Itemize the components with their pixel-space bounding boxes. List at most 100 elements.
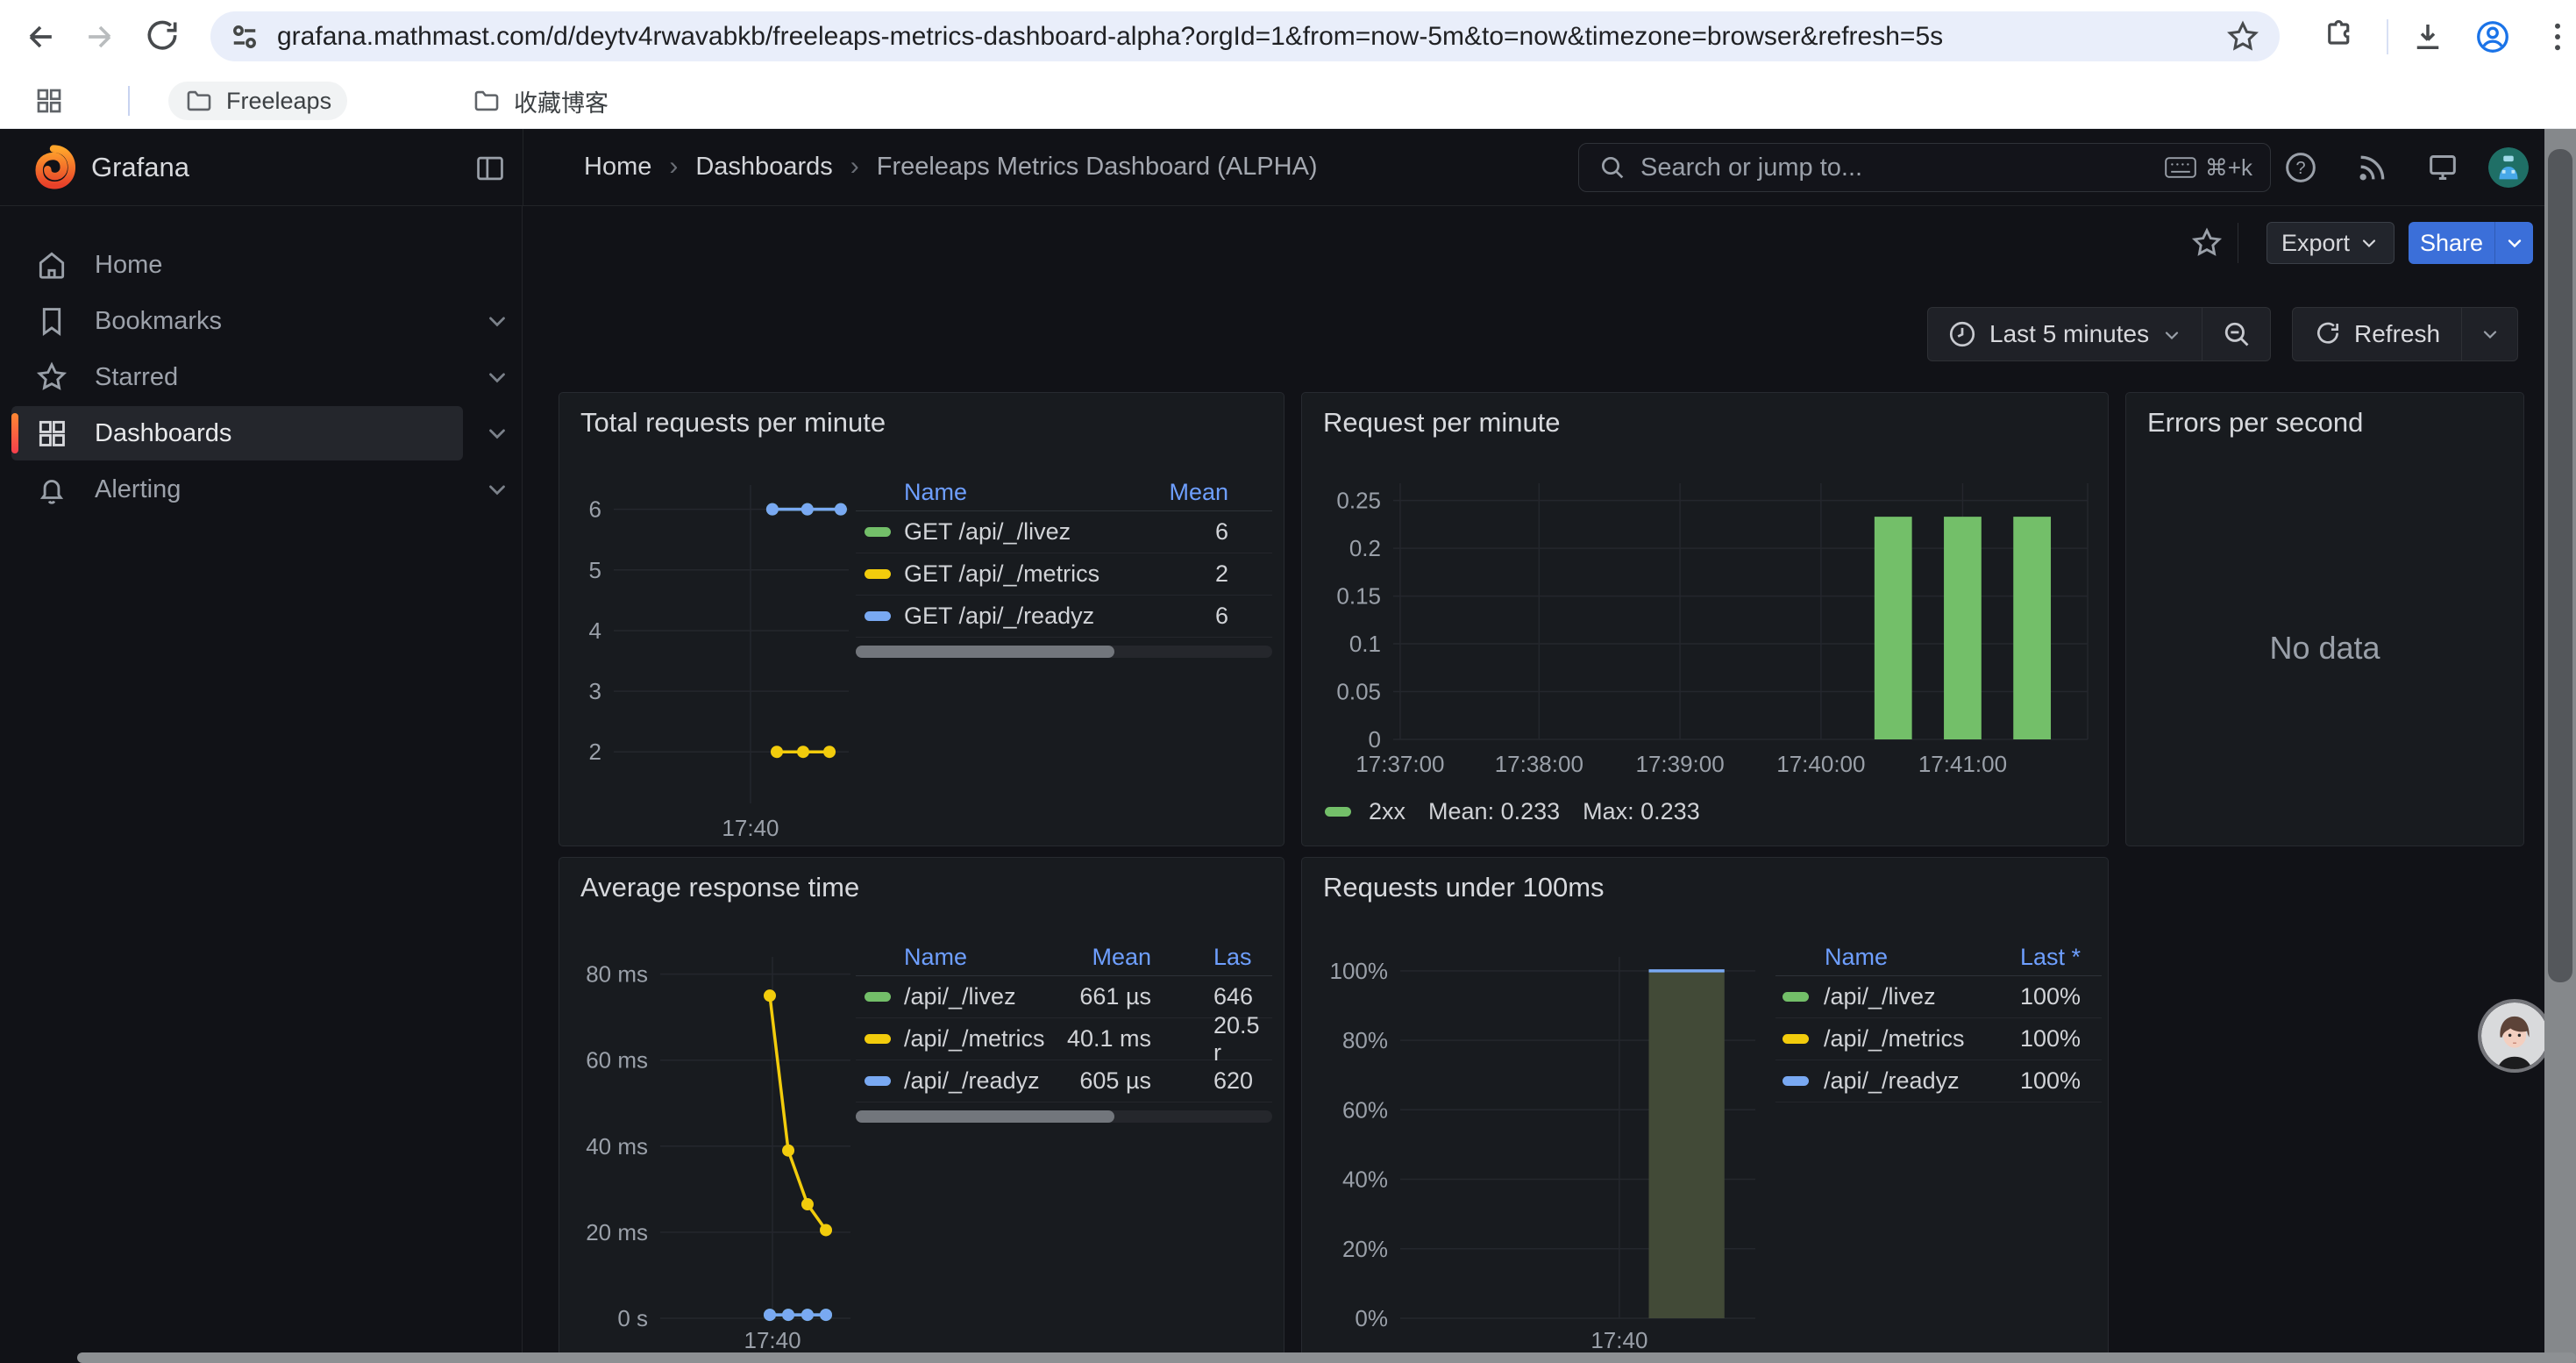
reload-icon[interactable]: [143, 18, 181, 56]
column-name[interactable]: Name: [1825, 944, 1888, 971]
grafana-brand[interactable]: Grafana: [91, 152, 189, 183]
bookmark-folder-blogs[interactable]: 收藏博客: [456, 82, 624, 120]
dock-menu-icon[interactable]: [473, 152, 507, 185]
sidebar-item-alerting[interactable]: Alerting: [0, 462, 523, 517]
sidebar-item-bookmarks[interactable]: Bookmarks: [0, 294, 523, 348]
share-dropdown-button[interactable]: [2494, 222, 2533, 264]
refresh-button[interactable]: Refresh: [2293, 308, 2461, 360]
series-swatch[interactable]: [865, 569, 891, 579]
extensions-icon[interactable]: [2322, 18, 2359, 55]
legend-row-livez[interactable]: /api/_/livez 100%: [1775, 976, 2102, 1018]
panel-title[interactable]: Requests under 100ms: [1323, 872, 1605, 903]
panel-title[interactable]: Errors per second: [2147, 407, 2363, 439]
news-rss-icon[interactable]: [2355, 150, 2390, 185]
legend-row-livez[interactable]: GET /api/_/livez 6: [856, 511, 1272, 553]
panel-title[interactable]: Average response time: [580, 872, 859, 903]
vertical-scrollbar-thumb[interactable]: [2548, 149, 2572, 982]
bookmark-star-icon[interactable]: [2225, 19, 2260, 54]
legend-row-metrics[interactable]: /api/_/metrics 100%: [1775, 1018, 2102, 1060]
column-mean[interactable]: Mean: [1066, 944, 1151, 971]
svg-text:3: 3: [589, 678, 601, 704]
legend-row-readyz[interactable]: GET /api/_/readyz 6: [856, 596, 1272, 638]
search-input[interactable]: Search or jump to... ⌘+k: [1578, 143, 2271, 192]
series-swatch[interactable]: [865, 1034, 891, 1044]
legend-scrollbar[interactable]: [856, 1110, 1272, 1123]
apps-grid-icon[interactable]: [33, 85, 65, 117]
breadcrumb-separator: ›: [669, 152, 678, 182]
breadcrumb-dashboards[interactable]: Dashboards: [695, 153, 832, 182]
column-mean[interactable]: Mean: [1169, 479, 1228, 506]
zoom-out-button[interactable]: [2202, 308, 2270, 360]
series-name[interactable]: GET /api/_/readyz: [904, 603, 1094, 630]
series-swatch[interactable]: [1783, 1034, 1809, 1044]
help-icon[interactable]: ?: [2283, 150, 2318, 185]
share-button[interactable]: Share: [2409, 222, 2494, 264]
series-swatch[interactable]: [865, 611, 891, 621]
series-max: Max: 0.233: [1583, 798, 1700, 825]
url-text[interactable]: grafana.mathmast.com/d/deytv4rwavabkb/fr…: [277, 22, 2225, 52]
series-name[interactable]: /api/_/readyz: [904, 1067, 1040, 1095]
profile-icon[interactable]: [2474, 18, 2511, 55]
favorite-star-icon[interactable]: [2190, 226, 2224, 260]
assistant-avatar[interactable]: [2481, 1003, 2548, 1069]
series-swatch[interactable]: [1325, 807, 1351, 817]
panel-request-per-minute[interactable]: Request per minute 0.250.20.150.10.05017…: [1301, 392, 2109, 846]
panel-total-requests-per-minute[interactable]: Total requests per minute 6543217:40 Nam…: [559, 392, 1284, 846]
url-bar[interactable]: grafana.mathmast.com/d/deytv4rwavabkb/fr…: [210, 11, 2280, 61]
chevron-down-icon[interactable]: [484, 420, 510, 446]
site-settings-icon[interactable]: [226, 18, 263, 55]
export-button[interactable]: Export: [2266, 222, 2395, 264]
legend-row-metrics[interactable]: GET /api/_/metrics 2: [856, 553, 1272, 596]
clock-icon: [1947, 319, 1977, 349]
breadcrumb-home[interactable]: Home: [584, 153, 651, 182]
time-range-picker[interactable]: Last 5 minutes: [1928, 308, 2202, 360]
series-name[interactable]: /api/_/metrics: [1824, 1025, 1965, 1053]
sidebar-item-home[interactable]: Home: [0, 238, 523, 292]
series-name[interactable]: /api/_/livez: [904, 983, 1016, 1010]
series-name[interactable]: 2xx: [1369, 798, 1405, 825]
panel-requests-under-100ms[interactable]: Requests under 100ms 100%80%60%40%20%0%1…: [1301, 857, 2109, 1363]
panel-errors-per-second[interactable]: Errors per second No data: [2125, 392, 2524, 846]
series-name[interactable]: GET /api/_/livez: [904, 518, 1071, 546]
chevron-down-icon[interactable]: [484, 308, 510, 334]
series-swatch[interactable]: [865, 992, 891, 1002]
browser-toolbar: grafana.mathmast.com/d/deytv4rwavabkb/fr…: [0, 0, 2576, 73]
legend-row-livez[interactable]: /api/_/livez 661 µs 646: [856, 976, 1272, 1018]
panel-title[interactable]: Request per minute: [1323, 407, 1561, 439]
series-swatch[interactable]: [865, 1076, 891, 1086]
sidebar-item-label: Bookmarks: [95, 307, 222, 336]
horizontal-scrollbar[interactable]: [77, 1352, 2576, 1363]
column-last[interactable]: Last *: [2020, 944, 2081, 971]
column-last[interactable]: Las: [1213, 944, 1252, 971]
chevron-down-icon[interactable]: [484, 476, 510, 503]
forward-icon[interactable]: [81, 18, 119, 56]
legend-scrollbar[interactable]: [856, 646, 1272, 658]
refresh-interval-dropdown[interactable]: [2461, 308, 2517, 360]
legend-row-readyz[interactable]: /api/_/readyz 100%: [1775, 1060, 2102, 1103]
series-name[interactable]: /api/_/readyz: [1824, 1067, 1960, 1095]
sidebar-item-starred[interactable]: Starred: [0, 350, 523, 404]
chevron-down-icon[interactable]: [484, 364, 510, 390]
back-icon[interactable]: [21, 18, 60, 56]
panel-average-response-time[interactable]: Average response time 80 ms60 ms40 ms20 …: [559, 857, 1284, 1363]
series-name[interactable]: /api/_/metrics: [904, 1025, 1045, 1053]
series-name[interactable]: /api/_/livez: [1824, 983, 1936, 1010]
column-name[interactable]: Name: [904, 944, 967, 971]
download-icon[interactable]: [2409, 18, 2446, 55]
panel-title[interactable]: Total requests per minute: [580, 407, 886, 439]
legend-row-readyz[interactable]: /api/_/readyz 605 µs 620: [856, 1060, 1272, 1103]
series-swatch[interactable]: [865, 527, 891, 537]
zoom-out-icon: [2222, 319, 2252, 349]
series-swatch[interactable]: [1783, 1076, 1809, 1086]
grafana-logo-icon[interactable]: [30, 143, 77, 192]
bookmark-folder-freeleaps[interactable]: Freeleaps: [168, 82, 347, 120]
user-avatar[interactable]: [2488, 147, 2529, 188]
legend-row-metrics[interactable]: /api/_/metrics 40.1 ms 20.5 r: [856, 1018, 1272, 1060]
menu-dots-icon[interactable]: [2539, 18, 2576, 55]
column-name[interactable]: Name: [904, 479, 967, 506]
series-name[interactable]: GET /api/_/metrics: [904, 560, 1099, 588]
kiosk-monitor-icon[interactable]: [2425, 150, 2460, 185]
legend-table-header: Name Mean Las: [856, 939, 1272, 976]
series-swatch[interactable]: [1783, 992, 1809, 1002]
sidebar-item-dashboards[interactable]: Dashboards: [0, 406, 523, 460]
